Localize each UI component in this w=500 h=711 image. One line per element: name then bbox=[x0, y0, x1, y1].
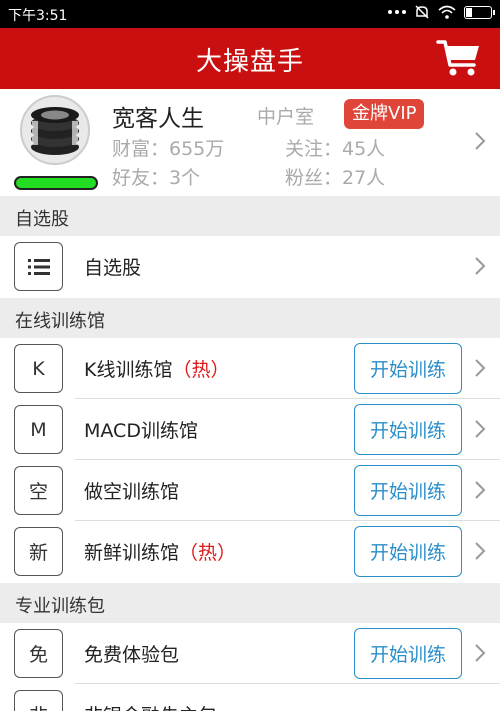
section-title: 自选股 bbox=[15, 209, 69, 230]
user-profile-card[interactable]: 宽客人生 中户室 金牌VIP 财富：655万 关注：45人 好友：3个 粉丝：2… bbox=[0, 89, 500, 195]
section-header-training: 在线训练馆 bbox=[0, 298, 500, 338]
list-item-label: 做空训练馆 bbox=[84, 481, 180, 503]
char-xin-icon: 新 bbox=[14, 527, 63, 576]
list-item-free-package[interactable]: 免 免费体验包 开始训练 bbox=[0, 623, 500, 684]
wifi-icon bbox=[438, 5, 456, 19]
wealth-stat: 财富：655万 bbox=[112, 138, 225, 160]
list-item-k-line[interactable]: K K线训练馆（热） 开始训练 bbox=[0, 338, 500, 399]
chevron-right-icon bbox=[475, 359, 486, 377]
header-bar: 大操盘手 bbox=[0, 28, 500, 89]
list-icon bbox=[14, 242, 63, 291]
list-item-short-selling[interactable]: 空 做空训练馆 开始训练 bbox=[0, 460, 500, 521]
status-icons bbox=[388, 4, 495, 20]
chevron-right-icon bbox=[475, 542, 486, 560]
chevron-right-icon bbox=[475, 257, 486, 275]
start-training-button[interactable]: 开始训练 bbox=[354, 526, 462, 577]
battery-icon bbox=[464, 5, 495, 19]
vip-badge: 金牌VIP bbox=[344, 99, 425, 129]
fans-stat: 粉丝：27人 bbox=[285, 167, 386, 189]
status-time: 下午3:51 bbox=[8, 8, 68, 24]
list-item-favorites[interactable]: 自选股 bbox=[0, 236, 500, 297]
page-title: 大操盘手 bbox=[195, 47, 304, 77]
chevron-right-icon bbox=[475, 420, 486, 438]
start-training-button[interactable]: 开始训练 bbox=[354, 628, 462, 679]
char-mian-icon: 免 bbox=[14, 629, 63, 678]
chevron-right-icon bbox=[475, 644, 486, 662]
hot-tag: （热） bbox=[179, 542, 237, 564]
section-title: 专业训练包 bbox=[15, 596, 105, 617]
start-training-button[interactable]: 开始训练 bbox=[354, 404, 462, 455]
list-item-macd[interactable]: M MACD训练馆 开始训练 bbox=[0, 399, 500, 460]
list-item-label: MACD训练馆 bbox=[84, 420, 198, 442]
list-item-label: K线训练馆（热） bbox=[84, 359, 230, 381]
start-training-button[interactable]: 开始训练 bbox=[354, 343, 462, 394]
list-item-fresh[interactable]: 新 新鲜训练馆（热） 开始训练 bbox=[0, 521, 500, 582]
start-training-button[interactable]: 开始训练 bbox=[354, 465, 462, 516]
mute-icon bbox=[415, 5, 429, 19]
chevron-right-icon bbox=[475, 481, 486, 499]
section-header-favorites: 自选股 bbox=[0, 196, 500, 236]
avatar[interactable] bbox=[20, 95, 90, 165]
section-header-packages: 专业训练包 bbox=[0, 583, 500, 623]
list-item-non-bank-package[interactable]: 非 非银金融先主包 bbox=[0, 684, 500, 711]
chevron-right-icon bbox=[475, 132, 486, 150]
room-label: 中户室 bbox=[257, 106, 315, 128]
letter-k-icon: K bbox=[14, 344, 63, 393]
list-item-label: 新鲜训练馆（热） bbox=[84, 542, 237, 564]
char-kong-icon: 空 bbox=[14, 466, 63, 515]
level-progress-bar bbox=[14, 176, 98, 190]
status-bar: 下午3:51 bbox=[0, 0, 500, 28]
user-name: 宽客人生 bbox=[112, 106, 204, 132]
following-stat: 关注：45人 bbox=[285, 138, 386, 160]
more-dots-icon bbox=[388, 10, 406, 14]
poker-chips-icon bbox=[31, 107, 79, 155]
letter-m-icon: M bbox=[14, 405, 63, 454]
section-title: 在线训练馆 bbox=[15, 311, 105, 332]
list-item-label: 自选股 bbox=[84, 257, 142, 279]
list-item-label: 非银金融先主包 bbox=[84, 701, 217, 711]
char-fei-icon: 非 bbox=[14, 690, 63, 711]
friends-stat: 好友：3个 bbox=[112, 167, 201, 189]
list-item-label: 免费体验包 bbox=[84, 644, 180, 666]
shopping-cart-icon[interactable] bbox=[436, 38, 482, 78]
hot-tag: （热） bbox=[172, 359, 230, 381]
